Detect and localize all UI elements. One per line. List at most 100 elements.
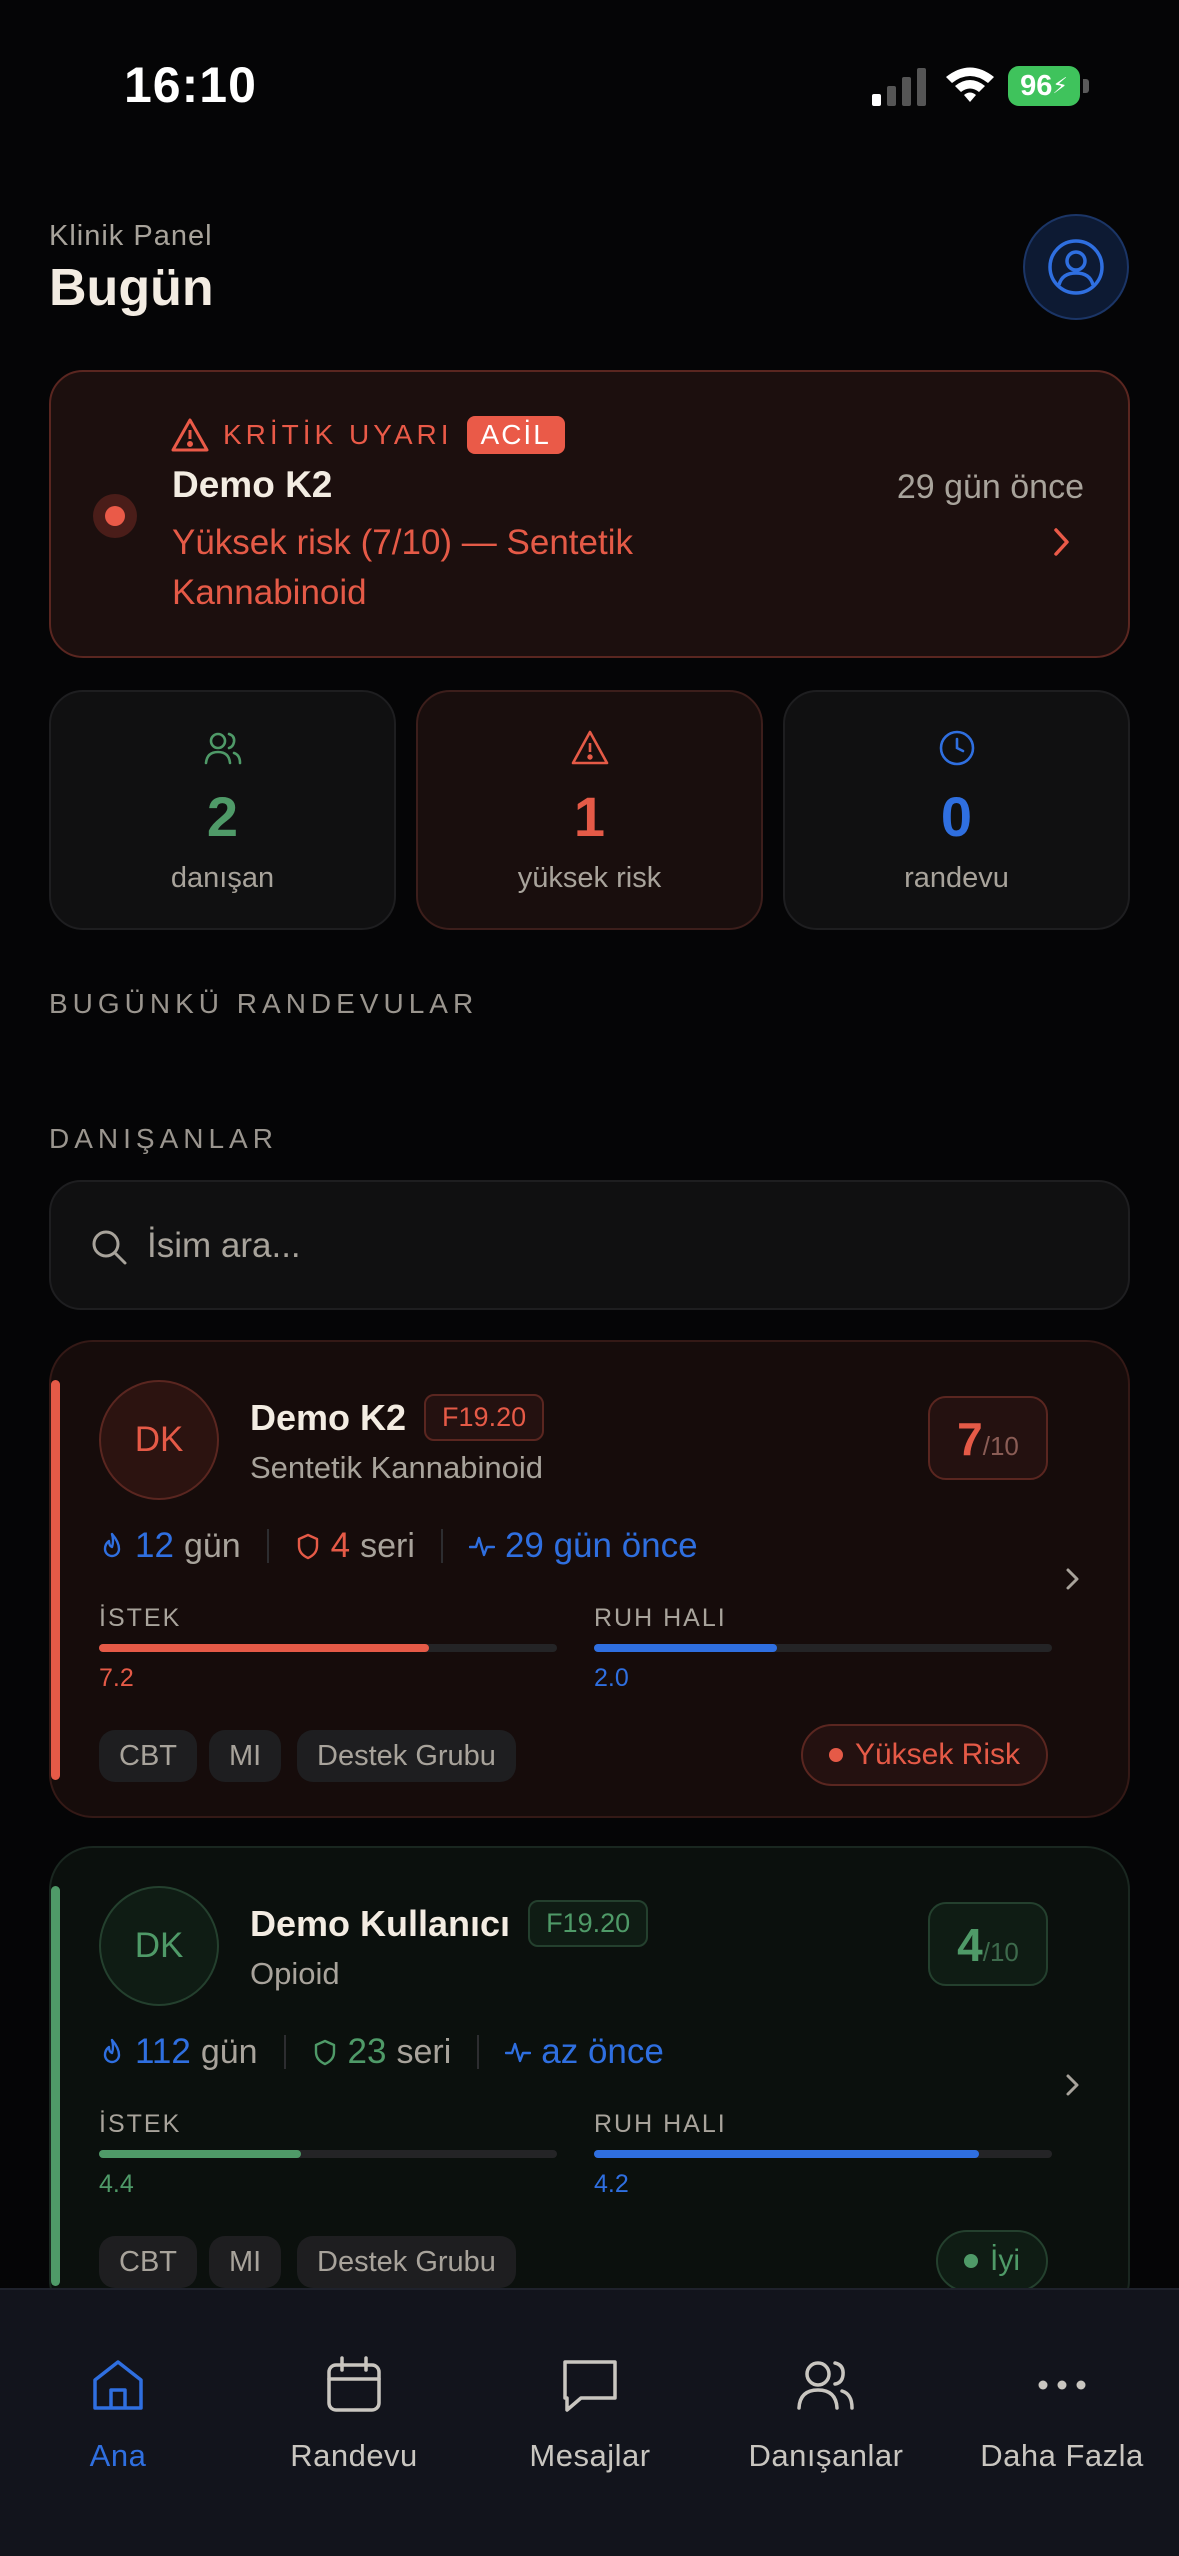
clock-icon [939,730,974,766]
streak-unit: seri [360,1526,415,1565]
mood-label: RUH HALI [594,1604,727,1632]
tab-more[interactable]: Daha Fazla [944,2290,1179,2490]
risk-score-max: /10 [982,1431,1019,1461]
client-metrics: 112 gün 23 seri az önce [99,2032,664,2072]
tab-label: Danışanlar [748,2438,904,2473]
tab-home[interactable]: Ana [0,2290,236,2490]
risk-score: 7 /10 [928,1396,1048,1480]
streak-value: 23 [347,2032,387,2071]
last-seen: 29 gün önce [504,1526,698,1565]
risk-accent-bar [51,1380,60,1780]
status-time: 16:10 [124,57,257,113]
last-seen: az önce [541,2032,664,2071]
client-name: Demo Kullanıcı [250,1902,511,1944]
therapy-tag: CBT [99,2236,197,2288]
craving-bar [99,2150,557,2158]
section-todays-appointments: BUGÜNKÜ RANDEVULAR [49,988,479,1019]
avatar: DK [99,1380,219,1500]
craving-value: 7.2 [99,1664,134,1692]
clean-days-unit: gün [183,1526,241,1565]
search-input[interactable] [147,1218,1047,1274]
alert-description: Yüksek risk (7/10) — Sentetik Kannabinoi… [172,523,633,612]
cellular-signal-icon [872,68,926,106]
tab-label: Randevu [290,2438,418,2473]
good-accent-bar [51,1886,60,2286]
alert-time: 29 gün önce [896,468,1084,506]
client-card[interactable]: DK Demo K2 F19.20 Sentetik Kannabinoid 7… [49,1340,1130,1818]
mood-value: 4.2 [594,2170,629,2198]
activity-icon [505,2042,532,2063]
tab-clients[interactable]: Danışanlar [708,2290,944,2490]
therapy-tag: MI [209,2236,282,2288]
therapy-tag: Destek Grubu [297,2236,516,2288]
chevron-right-icon [1066,2074,1079,2096]
shield-icon [297,1533,318,1560]
warning-icon [171,418,209,452]
tab-label: Ana [89,2438,147,2473]
risk-score-value: 7 [957,1413,983,1465]
tab-label: Mesajlar [529,2438,651,2473]
user-circle-icon [1048,239,1104,295]
message-icon [563,2360,617,2412]
alert-client-name: Demo K2 [172,464,333,505]
shield-icon [314,2039,335,2066]
search-bar[interactable] [49,1180,1130,1310]
battery-icon: 96 ⚡ [1008,66,1090,106]
section-clients: DANIŞANLAR [49,1123,278,1154]
home-icon [93,2360,143,2410]
flame-icon [103,2038,121,2064]
client-name: Demo K2 [250,1396,407,1438]
diagnosis-code-badge: F19.20 [424,1394,545,1441]
therapy-tag: Destek Grubu [297,1730,516,1782]
urgent-badge: ACİL [466,416,565,454]
battery-level: 96 [1020,69,1053,102]
stat-appointments-label: randevu [904,862,1009,894]
stat-appointments[interactable]: 0 randevu [783,690,1130,930]
craving-label: İSTEK [99,2110,182,2138]
client-substance: Sentetik Kannabinoid [250,1450,544,1485]
status-badge: İyi [936,2230,1048,2292]
mood-bar [594,1644,1052,1652]
header-subtitle: Klinik Panel [49,220,213,252]
chevron-right-icon [1066,1568,1079,1590]
mood-value: 2.0 [594,1664,629,1692]
streak-value: 4 [330,1526,351,1565]
craving-value: 4.4 [99,2170,134,2198]
clean-days-value: 112 [135,2032,191,2071]
page-title: Bugün [49,259,214,317]
stat-appointments-value: 0 [940,785,973,848]
flame-icon [103,1532,121,1558]
therapy-tag: CBT [99,1730,197,1782]
risk-score-value: 4 [957,1919,983,1971]
stat-clients[interactable]: 2 danışan [49,690,396,930]
users-icon [204,732,241,765]
profile-button[interactable] [1023,214,1129,320]
tab-messages[interactable]: Mesajlar [472,2290,708,2490]
status-text: Yüksek Risk [854,1738,1020,1771]
stat-high-risk[interactable]: 1 yüksek risk [416,690,763,930]
stat-clients-value: 2 [206,785,239,848]
streak-unit: seri [396,2032,452,2071]
clean-days-unit: gün [200,2032,258,2071]
therapy-tag: MI [209,1730,282,1782]
mood-label: RUH HALI [594,2110,727,2138]
users-icon [797,2361,854,2410]
client-card[interactable]: DK Demo Kullanıcı F19.20 Opioid 4 /10 11… [49,1846,1130,2324]
critical-alert-card[interactable]: KRİTİK UYARI ACİL Demo K2 Yüksek risk (7… [49,370,1130,658]
stat-high-risk-value: 1 [573,785,606,848]
mood-bar [594,2150,1052,2158]
diagnosis-code-badge: F19.20 [528,1900,649,1947]
clean-days-value: 12 [135,1526,174,1565]
risk-score: 4 /10 [928,1902,1048,1986]
bottom-tab-bar: Ana Randevu Mesajlar Danışanlar Daha Faz… [0,2288,1179,2556]
craving-bar [99,1644,557,1652]
client-substance: Opioid [250,1956,340,1991]
client-metrics: 12 gün 4 seri 29 gün önce [99,1526,698,1566]
risk-score-max: /10 [982,1937,1019,1967]
alert-kicker: KRİTİK UYARI [223,419,453,450]
tab-appointments[interactable]: Randevu [236,2290,472,2490]
status-badge: Yüksek Risk [800,1724,1048,1786]
wifi-icon [946,67,994,102]
chevron-right-icon [1054,528,1069,556]
status-text: İyi [990,2244,1020,2277]
